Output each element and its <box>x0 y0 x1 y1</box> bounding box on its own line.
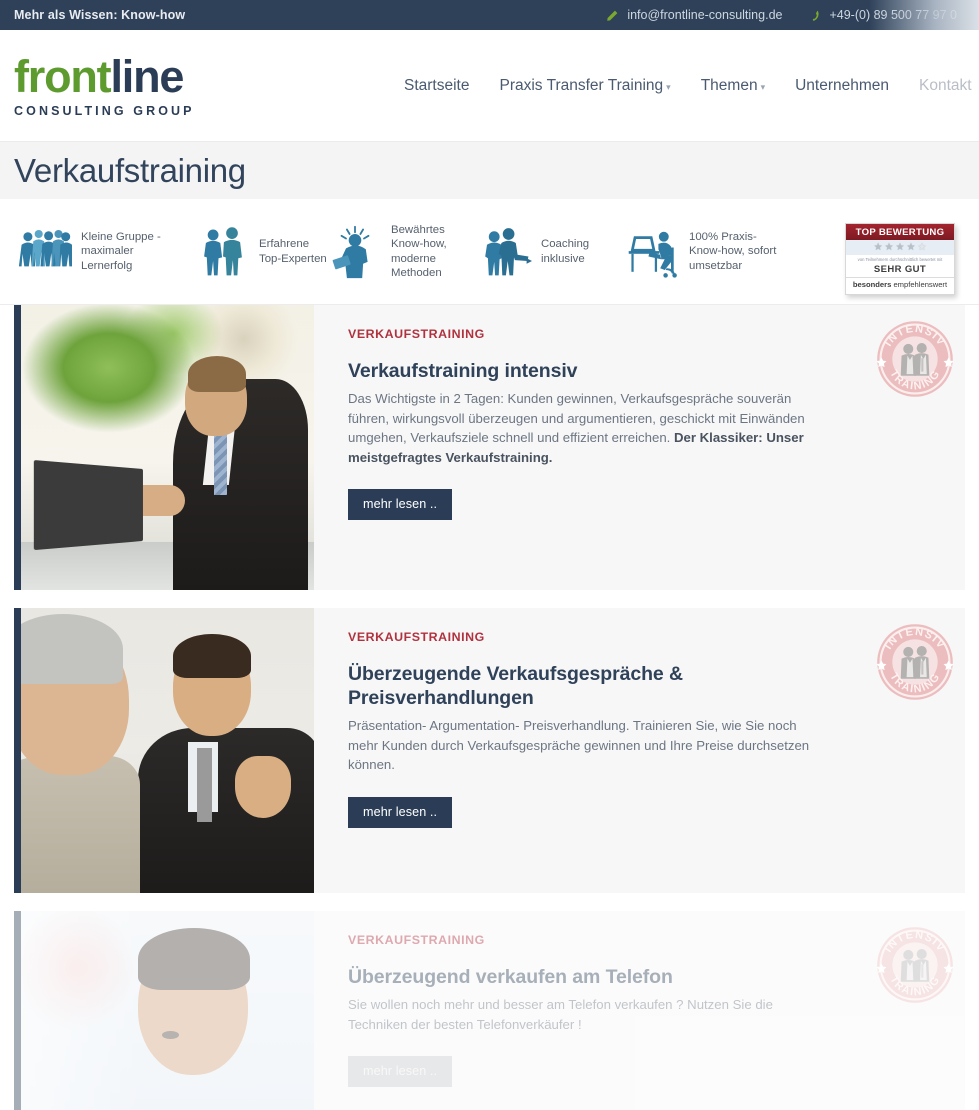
card-content: VERKAUFSTRAINING Verkaufstraining intens… <box>314 305 965 590</box>
coaching-pointing-icon <box>478 223 532 281</box>
card-description: Das Wichtigste in 2 Tagen: Kunden gewinn… <box>348 389 815 467</box>
read-more-button[interactable]: mehr lesen .. <box>348 1056 453 1087</box>
feature-label: Coaching inklusive <box>541 238 590 265</box>
phone-icon <box>808 9 821 22</box>
card-description-plain: Sie wollen noch mehr und besser am Telef… <box>348 997 773 1032</box>
nav-label: Startseite <box>404 76 470 94</box>
read-more-button[interactable]: mehr lesen .. <box>348 796 453 828</box>
card-image <box>14 305 314 590</box>
chevron-down-icon: ▾ <box>666 82 671 92</box>
main-navigation: Startseite Praxis Transfer Training ▾ Th… <box>404 77 972 95</box>
phone-link[interactable]: +49-(0) 89 500 77 97 0 <box>808 8 957 22</box>
intensiv-training-stamp: INTENSIV TRAINING <box>873 923 957 1007</box>
logo[interactable]: frontline CONSULTING GROUP <box>14 53 264 119</box>
rating-fine-print: von Teilnehmern durchschnittlich bewerte… <box>857 257 943 262</box>
star-icon: ★ <box>906 242 916 253</box>
training-card-list: VERKAUFSTRAINING Verkaufstraining intens… <box>0 305 979 1110</box>
chevron-down-icon: ▾ <box>760 82 766 92</box>
features-list: Kleine Gruppe - maximaler Lernerfolg Erf… <box>0 199 820 304</box>
card-kicker: VERKAUFSTRAINING <box>348 933 485 947</box>
rating-recommendation: besonders empfehlenswert <box>846 278 954 291</box>
card-image <box>14 608 314 893</box>
top-contact-group: info@frontline-consulting.de +49-(0) 89 … <box>606 8 957 22</box>
card-description: Präsentation- Argumentation- Preisverhan… <box>348 716 815 775</box>
logo-wordmark: frontline <box>14 53 264 101</box>
nav-item-kontakt[interactable]: Kontakt <box>919 77 972 95</box>
feature-item-erfahrene-experten: Erfahrene Top-Experten <box>196 223 328 281</box>
star-icon: ★ <box>873 242 883 253</box>
rating-stars: ★ ★ ★ ★ ★ <box>846 240 954 255</box>
feature-item-kleine-gruppe: Kleine Gruppe - maximaler Lernerfolg <box>18 223 196 281</box>
feature-label: Kleine Gruppe - maximaler Lernerfolg <box>81 230 161 272</box>
phone-text: +49-(0) 89 500 77 97 0 <box>829 8 957 22</box>
lightbulb-head-icon <box>328 223 382 281</box>
nav-label: Unternehmen <box>795 76 890 94</box>
card-description-plain: Präsentation- Argumentation- Preisverhan… <box>348 718 810 772</box>
group-of-people-icon <box>18 223 72 281</box>
card-kicker: VERKAUFSTRAINING <box>348 630 485 644</box>
logo-text-line: line <box>110 51 184 102</box>
photo-smiling-man <box>21 911 314 1110</box>
logo-text-front: front <box>14 51 112 102</box>
card-title: Überzeugende Verkaufsgespräche & Preisve… <box>348 663 683 709</box>
nav-item-themen[interactable]: Themen ▾ <box>701 77 765 95</box>
card-content: VERKAUFSTRAINING Überzeugende Verkaufsge… <box>314 608 965 893</box>
photo-businessman-laptop <box>21 305 314 590</box>
page-title-band: Verkaufstraining <box>0 141 979 199</box>
nav-item-praxis-transfer-training[interactable]: Praxis Transfer Training ▾ <box>499 77 670 95</box>
site-header: frontline CONSULTING GROUP Startseite Pr… <box>0 30 979 141</box>
page-root: Mehr als Wissen: Know-how info@frontline… <box>0 0 979 1110</box>
feature-label: 100% Praxis-Know-how, sofort umsetzbar <box>689 230 777 272</box>
email-text: info@frontline-consulting.de <box>627 8 783 22</box>
nav-item-unternehmen[interactable]: Unternehmen <box>795 77 889 95</box>
intensiv-training-stamp: INTENSIV TRAINING <box>873 317 957 401</box>
envelope-icon <box>606 9 619 22</box>
tagline: Mehr als Wissen: Know-how <box>14 8 186 22</box>
training-card[interactable]: VERKAUFSTRAINING Überzeugende Verkaufsge… <box>14 608 965 893</box>
nav-label: Kontakt <box>919 76 972 94</box>
nav-item-startseite[interactable]: Startseite <box>404 77 469 95</box>
card-content: VERKAUFSTRAINING Überzeugend verkaufen a… <box>314 911 965 1110</box>
star-icon: ★ <box>895 242 905 253</box>
rating-recommendation-bold: besonders <box>852 280 892 289</box>
top-rating-badge[interactable]: TOP BEWERTUNG ★ ★ ★ ★ ★ von Teilnehmern … <box>845 223 955 295</box>
email-link[interactable]: info@frontline-consulting.de <box>606 8 782 22</box>
feature-label: Bewährtes Know-how, moderne Methoden <box>391 223 447 280</box>
training-card[interactable]: VERKAUFSTRAINING Verkaufstraining intens… <box>14 305 965 590</box>
training-card[interactable]: VERKAUFSTRAINING Überzeugend verkaufen a… <box>14 911 965 1110</box>
card-description: Sie wollen noch mehr und besser am Telef… <box>348 995 815 1034</box>
feature-item-praxis-knowhow: 100% Praxis-Know-how, sofort umsetzbar <box>626 223 796 281</box>
feature-item-bewaehrtes-knowhow: Bewährtes Know-how, moderne Methoden <box>328 223 478 281</box>
page-title: Verkaufstraining <box>14 151 246 189</box>
two-experts-icon <box>196 223 250 281</box>
nav-label: Praxis Transfer Training <box>499 76 664 94</box>
rating-recommendation-rest: empfehlenswert <box>893 280 948 289</box>
logo-subtitle: CONSULTING GROUP <box>14 104 195 118</box>
card-image <box>14 911 314 1110</box>
features-strip: Kleine Gruppe - maximaler Lernerfolg Erf… <box>0 199 979 305</box>
intensiv-training-stamp: INTENSIV TRAINING <box>873 620 957 704</box>
nav-label: Themen <box>700 76 758 94</box>
read-more-button[interactable]: mehr lesen .. <box>348 489 453 520</box>
star-icon: ★ <box>917 242 927 253</box>
star-icon: ★ <box>884 242 894 253</box>
person-at-desk-icon <box>626 223 680 281</box>
feature-item-coaching: Coaching inklusive <box>478 223 626 281</box>
feature-label: Erfahrene Top-Experten <box>259 238 327 265</box>
rating-header: TOP BEWERTUNG <box>846 224 954 240</box>
card-title: Überzeugend verkaufen am Telefon <box>348 966 673 988</box>
top-contact-bar: Mehr als Wissen: Know-how info@frontline… <box>0 0 979 30</box>
photo-two-men-discussion <box>21 608 314 893</box>
rating-grade: SEHR GUT <box>846 264 954 278</box>
card-title: Verkaufstraining intensiv <box>348 360 578 382</box>
card-kicker: VERKAUFSTRAINING <box>348 327 485 341</box>
